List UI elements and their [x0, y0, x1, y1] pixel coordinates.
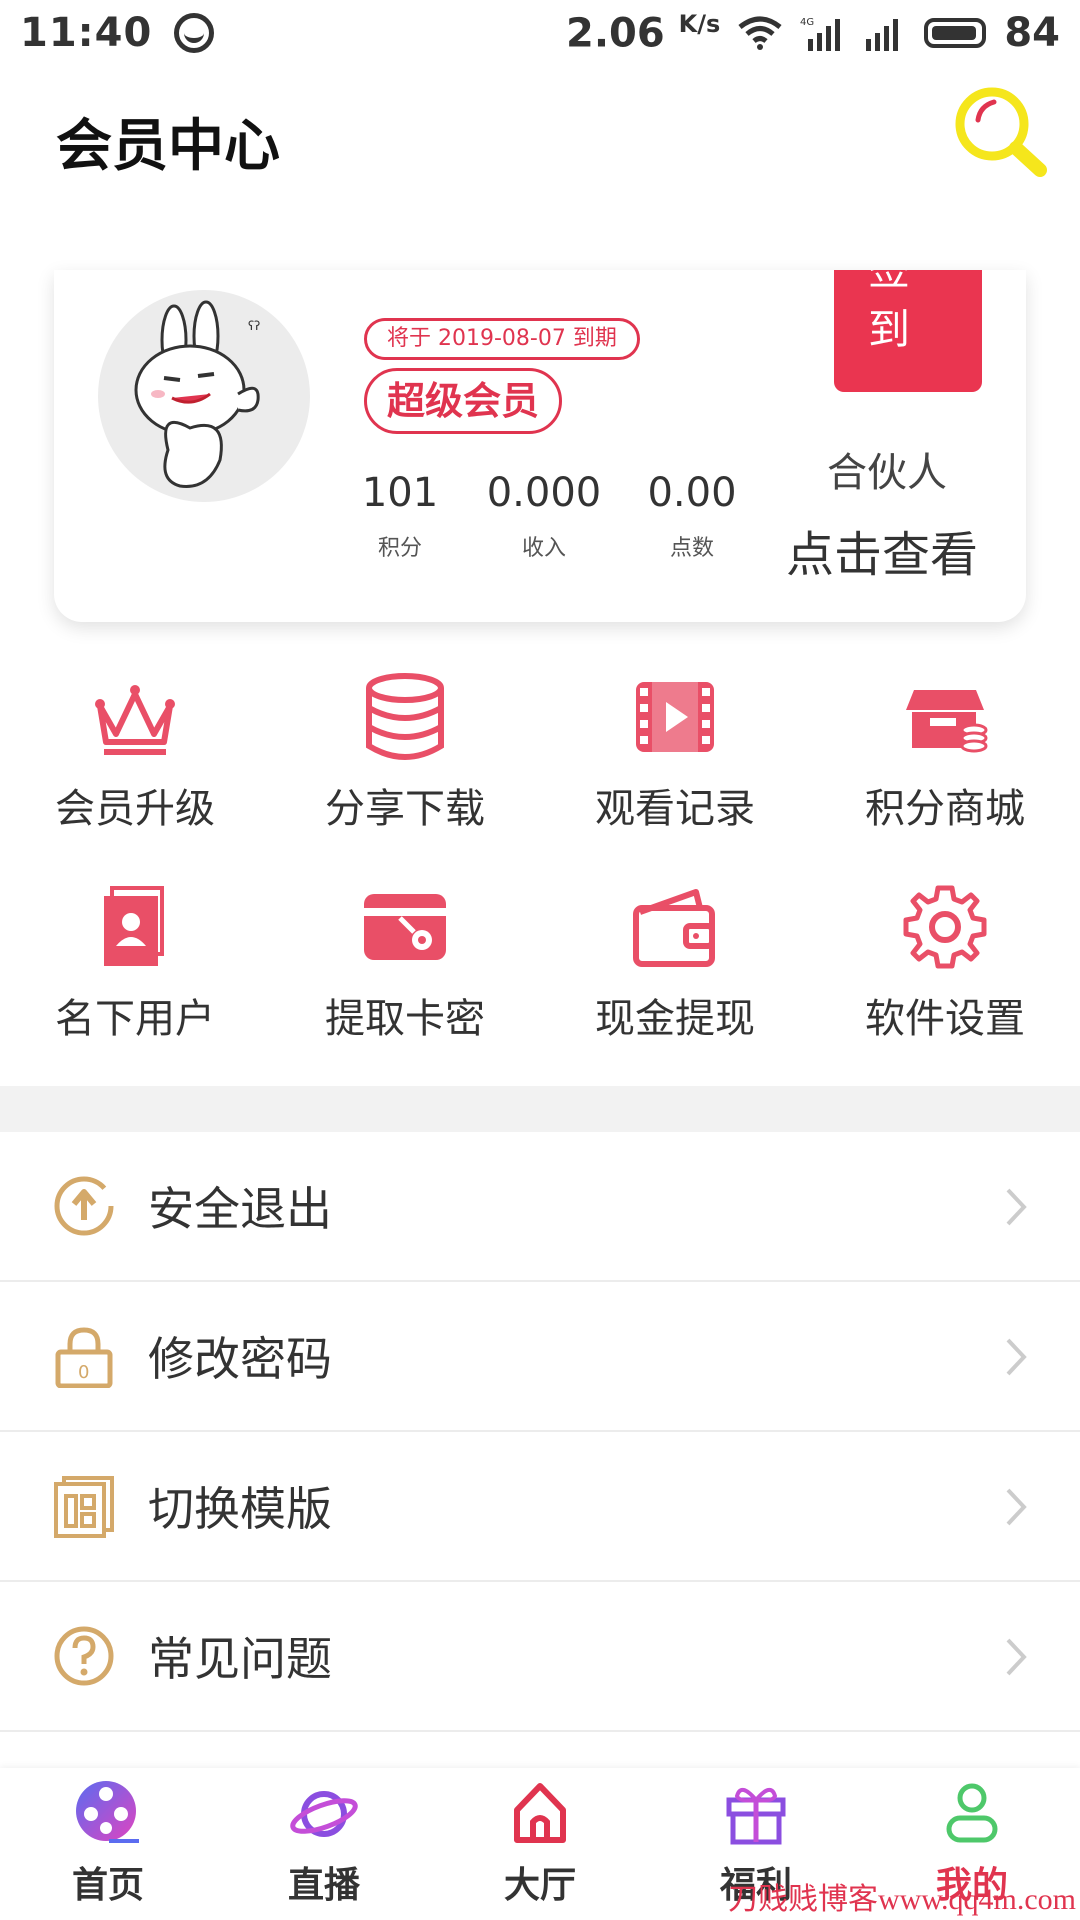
tab-label: 大厅 [503, 1865, 576, 1906]
expire-badge: 将于 2019-08-07 到期 [364, 318, 640, 360]
notification-icon [174, 13, 215, 53]
menu-item-faq[interactable]: 常见问题 [0, 1582, 1080, 1732]
stat-value: 101 [361, 470, 439, 516]
grid-item-label: 分享下载 [325, 786, 485, 832]
gift-icon [726, 1788, 786, 1845]
menu-item-change-password[interactable]: 0 修改密码 [0, 1282, 1080, 1432]
svg-text:0: 0 [78, 1362, 89, 1383]
stat-label: 收入 [521, 536, 566, 561]
partner-view-link[interactable]: 点击查看 [782, 515, 982, 585]
section-divider [0, 1086, 1080, 1132]
menu-item-label: 常见问题 [148, 1632, 332, 1686]
tab-label: 首页 [71, 1865, 144, 1906]
contact-card-icon [104, 886, 164, 966]
bunny-avatar-icon: ʕʔ [134, 300, 260, 488]
lock-icon: 0 [55, 1327, 113, 1388]
header: 会员中心 [0, 66, 1080, 216]
member-card: ʕʔ 将于 2019-08-07 到期 超级会员 101 积分 0.000 收入… [54, 270, 1026, 622]
menu-item-label: 切换模版 [148, 1482, 332, 1536]
home-icon [514, 1783, 566, 1843]
stat-points[interactable]: 101 积分 [330, 470, 470, 562]
planet-icon [290, 1791, 358, 1837]
template-icon [54, 1476, 114, 1538]
tab-hall[interactable]: 大厅 [432, 1768, 648, 1920]
watermark: 刀贱贱博客www.qq4m.com [727, 1883, 1076, 1916]
grid-item-label: 会员升级 [55, 786, 215, 832]
menu-item-label: 安全退出 [148, 1182, 332, 1236]
wallet-icon [633, 889, 715, 967]
crown-icon [95, 685, 175, 755]
grid-item-cash-withdraw[interactable]: 现金提现 [540, 882, 810, 1058]
grid-item-share-download[interactable]: 分享下载 [270, 672, 540, 848]
menu-item-label: 修改密码 [148, 1332, 332, 1386]
grid-item-label: 名下用户 [55, 996, 215, 1042]
battery-level: 84 [1004, 9, 1060, 56]
gear-icon [903, 885, 987, 969]
grid-item-points-store[interactable]: 积分商城 [810, 672, 1080, 848]
card-key-icon [364, 894, 446, 960]
logout-icon [54, 1176, 114, 1236]
grid-item-settings[interactable]: 软件设置 [810, 882, 1080, 1058]
cell-signal-icon [866, 18, 899, 51]
grid-item-member-upgrade[interactable]: 会员升级 [0, 672, 270, 848]
svg-text:4G: 4G [800, 17, 814, 28]
question-icon [54, 1626, 114, 1686]
tab-label: 直播 [287, 1865, 360, 1906]
grid-item-label: 现金提现 [595, 996, 755, 1042]
status-time: 11:40 [20, 10, 153, 56]
menu-item-logout[interactable]: 安全退出 [0, 1132, 1080, 1282]
chevron-right-icon [1006, 1188, 1027, 1226]
film-icon [636, 682, 714, 752]
page-title: 会员中心 [56, 113, 280, 179]
grid-item-label: 软件设置 [865, 996, 1025, 1042]
stat-label: 积分 [377, 536, 422, 561]
svg-text:ʕʔ: ʕʔ [248, 319, 260, 333]
network-speed: 2.06 K/s [566, 9, 721, 57]
chevron-right-icon [1006, 1488, 1027, 1526]
search-icon[interactable] [950, 82, 1050, 182]
grid-item-label: 积分商城 [865, 786, 1025, 832]
grid-item-my-users[interactable]: 名下用户 [0, 882, 270, 1058]
chevron-right-icon [1006, 1338, 1027, 1376]
status-bar: 11:40 2.06 K/s 4G 84 [0, 0, 1080, 66]
database-icon [366, 673, 444, 760]
bottom-tab-bar: 首页 直播 大厅 福利 我的 刀贱贱博客www.qq4m.com [0, 1768, 1080, 1920]
store-icon [906, 690, 988, 753]
film-reel-icon [76, 1781, 139, 1843]
stat-value: 0.000 [486, 470, 602, 516]
checkin-label-1: 签 [868, 270, 982, 300]
avatar[interactable]: ʕʔ [98, 290, 310, 502]
stat-label: 点数 [669, 536, 714, 561]
user-icon [946, 1783, 998, 1843]
grid-item-extract-card-key[interactable]: 提取卡密 [270, 882, 540, 1058]
cell-signal-4g-icon: 4G [800, 17, 841, 51]
member-level-badge: 超级会员 [364, 368, 563, 434]
grid-item-label: 观看记录 [595, 786, 755, 832]
wifi-icon [738, 16, 782, 50]
partner-label: 合伙人 [827, 450, 947, 496]
tab-live[interactable]: 直播 [216, 1768, 432, 1920]
stat-income[interactable]: 0.000 收入 [474, 470, 614, 562]
feature-grid: 会员升级 分享下载 观看记录 积分商城 名下用户 提取卡密 现金提现 软件设置 [0, 672, 1080, 1058]
status-right: 2.06 K/s 4G 84 [566, 10, 1060, 56]
checkin-label-2: 到 [868, 305, 911, 354]
settings-menu: 安全退出 0 修改密码 切换模版 常见问题 [0, 1132, 1080, 1732]
battery-icon [924, 17, 987, 48]
grid-item-label: 提取卡密 [325, 996, 485, 1042]
stat-credits[interactable]: 0.00 点数 [622, 470, 762, 562]
chevron-right-icon [1006, 1638, 1027, 1676]
stat-value: 0.00 [647, 470, 737, 516]
tab-home[interactable]: 首页 [0, 1768, 216, 1920]
grid-item-watch-history[interactable]: 观看记录 [540, 672, 810, 848]
menu-item-switch-template[interactable]: 切换模版 [0, 1432, 1080, 1582]
checkin-button[interactable]: 签 到 [834, 270, 982, 392]
